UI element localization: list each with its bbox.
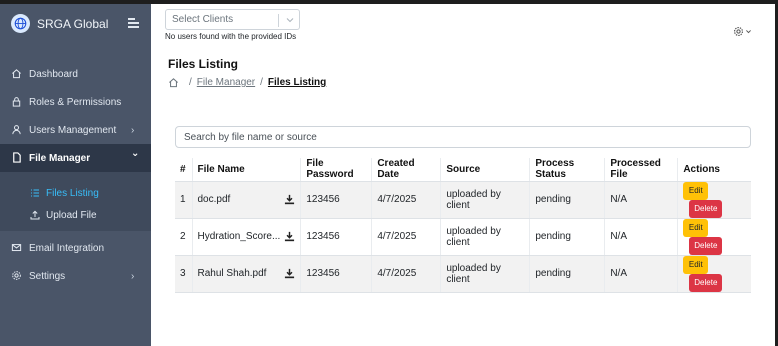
files-table: # File Name File Password Created Date S… — [175, 158, 751, 293]
file-name: Rahul Shah.pdf — [197, 268, 267, 279]
brand: SRGA Global — [0, 4, 151, 44]
home-icon[interactable] — [168, 77, 179, 88]
process-status: pending — [529, 218, 606, 256]
created-date: 4/7/2025 — [371, 181, 442, 219]
source: uploaded by client — [440, 181, 531, 219]
process-status: pending — [529, 181, 606, 219]
lock-icon — [12, 97, 21, 107]
row-number: 3 — [175, 255, 193, 293]
upload-icon — [30, 210, 40, 220]
select-separator — [278, 14, 279, 27]
row-number: 2 — [175, 218, 193, 256]
column-header: File Password — [300, 158, 373, 182]
breadcrumb-current[interactable]: Files Listing — [268, 77, 326, 88]
delete-button[interactable]: Delete — [689, 273, 723, 292]
chevron-down-icon: ⌄ — [131, 148, 140, 159]
column-header: Actions — [677, 158, 751, 182]
user-icon — [12, 125, 21, 135]
table-row: 2 Hydration_Score... 123456 4/7/2025 upl… — [175, 218, 751, 256]
sidebar-item-label: Dashboard — [29, 68, 78, 80]
breadcrumb-separator: / — [189, 77, 192, 88]
sidebar-item-email-integration[interactable]: Email Integration — [0, 234, 151, 262]
chevron-right-icon: › — [131, 124, 135, 136]
brand-name: SRGA Global — [37, 17, 109, 31]
processed-file: N/A — [604, 255, 679, 293]
sidebar-item-label: File Manager — [29, 152, 91, 164]
sidebar-item-roles[interactable]: Roles & Permissions — [0, 88, 151, 116]
source: uploaded by client — [440, 255, 531, 293]
column-header: Processed File — [604, 158, 679, 182]
column-header: # — [175, 158, 193, 182]
source: uploaded by client — [440, 218, 531, 256]
table-row: 1 doc.pdf 123456 4/7/2025 uploaded by cl… — [175, 181, 751, 219]
sidebar-item-label: Settings — [29, 270, 66, 282]
file-icon — [13, 152, 21, 163]
submenu-item-label: Files Listing — [46, 187, 99, 199]
settings-dropdown[interactable] — [733, 24, 753, 38]
processed-file: N/A — [604, 218, 679, 256]
edit-button[interactable]: Edit — [683, 181, 709, 200]
table-header-row: # File Name File Password Created Date S… — [175, 158, 751, 182]
search-input[interactable] — [184, 127, 744, 148]
menu-toggle-icon[interactable] — [128, 18, 139, 28]
submenu-item-label: Upload File — [46, 209, 97, 221]
column-header: File Name — [192, 158, 302, 182]
home-icon — [12, 69, 21, 79]
delete-button[interactable]: Delete — [689, 199, 723, 218]
client-select[interactable]: Select Clients — [165, 9, 300, 30]
download-icon[interactable] — [284, 231, 295, 242]
submenu-item-files-listing[interactable]: Files Listing — [0, 184, 151, 202]
sidebar-item-label: Email Integration — [29, 242, 105, 254]
caret-down-icon — [746, 29, 751, 33]
breadcrumb-link-file-manager[interactable]: File Manager — [197, 77, 255, 88]
file-manager-submenu: Files Listing Upload File — [0, 172, 151, 231]
sidebar-item-users[interactable]: Users Management › — [0, 116, 151, 144]
gear-icon — [733, 26, 744, 36]
edit-button[interactable]: Edit — [683, 255, 709, 274]
delete-button[interactable]: Delete — [689, 236, 723, 255]
row-number: 1 — [175, 181, 193, 219]
file-name-cell: doc.pdf — [192, 181, 302, 219]
chevron-down-icon[interactable] — [285, 15, 295, 25]
sidebar: SRGA Global Dashboard Roles & Permission… — [0, 4, 151, 346]
edit-button[interactable]: Edit — [683, 218, 709, 237]
actions-cell: EditDelete — [677, 255, 751, 293]
no-users-message: No users found with the provided IDs — [165, 32, 297, 41]
process-status: pending — [529, 255, 606, 293]
file-name: doc.pdf — [197, 194, 231, 205]
created-date: 4/7/2025 — [371, 255, 442, 293]
mail-icon — [11, 244, 22, 252]
sidebar-item-dashboard[interactable]: Dashboard — [0, 60, 151, 88]
list-icon — [31, 189, 39, 197]
chevron-right-icon: › — [131, 270, 135, 282]
table-row: 3 Rahul Shah.pdf 123456 4/7/2025 uploade… — [175, 255, 751, 293]
sidebar-item-settings[interactable]: Settings › — [0, 262, 151, 290]
column-header: Source — [440, 158, 531, 182]
download-icon[interactable] — [284, 268, 295, 279]
actions-cell: EditDelete — [677, 218, 751, 256]
breadcrumb: / File Manager / Files Listing — [168, 77, 326, 88]
file-name: Hydration_Score... — [197, 231, 281, 242]
page-title: Files Listing — [168, 57, 239, 71]
processed-file: N/A — [604, 181, 679, 219]
sidebar-item-file-manager[interactable]: File Manager ⌄ — [0, 144, 151, 172]
sidebar-item-label: Roles & Permissions — [29, 96, 122, 108]
file-name-cell: Rahul Shah.pdf — [192, 255, 302, 293]
actions-cell: EditDelete — [677, 181, 751, 219]
search-box — [175, 126, 751, 148]
client-select-placeholder: Select Clients — [172, 14, 234, 25]
submenu-item-upload-file[interactable]: Upload File — [0, 206, 151, 224]
file-password: 123456 — [300, 255, 373, 293]
created-date: 4/7/2025 — [371, 218, 442, 256]
file-name-cell: Hydration_Score... — [192, 218, 302, 256]
file-password: 123456 — [300, 218, 373, 256]
globe-logo-icon — [11, 14, 30, 33]
download-icon[interactable] — [284, 194, 295, 205]
breadcrumb-separator: / — [260, 77, 263, 88]
column-header: Process Status — [529, 158, 606, 182]
gear-icon — [12, 271, 21, 280]
sidebar-item-label: Users Management — [29, 124, 117, 136]
file-password: 123456 — [300, 181, 373, 219]
column-header: Created Date — [371, 158, 442, 182]
